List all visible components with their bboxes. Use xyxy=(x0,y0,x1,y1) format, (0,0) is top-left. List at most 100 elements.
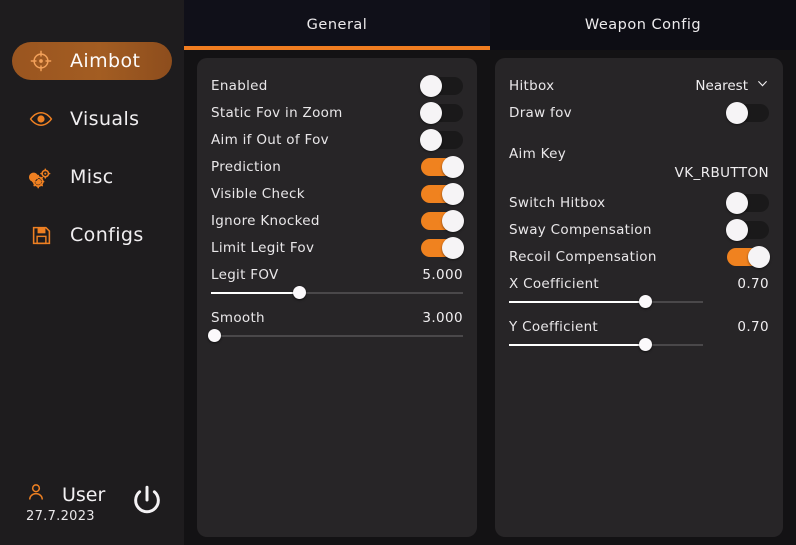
setting-label: Draw fov xyxy=(509,104,572,121)
slider-fill xyxy=(509,344,645,346)
slider-knob[interactable] xyxy=(293,286,307,299)
setting-row-limit-legit-fov: Limit Legit Fov xyxy=(197,234,477,261)
setting-label: Smooth xyxy=(211,309,265,326)
setting-row-hitbox: Hitbox Nearest xyxy=(495,72,783,99)
setting-row-static-fov-in-zoom: Static Fov in Zoom xyxy=(197,99,477,126)
setting-row-prediction: Prediction xyxy=(197,153,477,180)
toggle-aim-if-out-of-fov[interactable] xyxy=(420,128,463,151)
toggle-draw-fov[interactable] xyxy=(726,101,769,124)
user-icon xyxy=(26,481,46,508)
setting-label: Legit FOV xyxy=(211,266,279,283)
setting-label: Switch Hitbox xyxy=(509,194,606,211)
toggle-knob xyxy=(726,101,748,124)
slider-smooth[interactable] xyxy=(207,329,463,343)
user-name: User xyxy=(62,483,106,506)
power-button[interactable] xyxy=(128,483,166,521)
setting-label: Aim Key xyxy=(509,145,567,162)
slider-track xyxy=(211,335,463,337)
slider-value: 3.000 xyxy=(422,309,463,326)
general-settings-panel: Enabled Static Fov in Zoom Aim if Out of… xyxy=(197,58,477,537)
power-icon xyxy=(130,483,164,522)
toggle-knob xyxy=(442,182,464,205)
slider-value: 5.000 xyxy=(422,266,463,283)
toggle-switch-hitbox[interactable] xyxy=(726,191,769,214)
tab-weapon-config[interactable]: Weapon Config xyxy=(490,0,796,50)
slider-knob[interactable] xyxy=(207,329,221,342)
slider-knob[interactable] xyxy=(638,338,652,351)
user-date: 27.7.2023 xyxy=(26,509,95,524)
toggle-sway-compensation[interactable] xyxy=(726,218,769,241)
sidebar: Aimbot Visuals Misc Configs User 27.7.20… xyxy=(0,0,184,545)
dropdown-hitbox[interactable]: Nearest xyxy=(695,77,769,95)
setting-label: Recoil Compensation xyxy=(509,248,657,265)
app-window: Aimbot Visuals Misc Configs User 27.7.20… xyxy=(0,0,796,545)
setting-row-x-coefficient: X Coefficient 0.70 xyxy=(495,270,783,297)
setting-label: Aim if Out of Fov xyxy=(211,131,329,148)
setting-label: Limit Legit Fov xyxy=(211,239,315,256)
toggle-limit-legit-fov[interactable] xyxy=(421,236,464,259)
slider-fill xyxy=(509,301,645,303)
slider-knob[interactable] xyxy=(638,295,652,308)
setting-row-enabled: Enabled xyxy=(197,72,477,99)
toggle-knob xyxy=(726,191,748,214)
dropdown-value: Nearest xyxy=(695,77,748,94)
eye-icon xyxy=(28,106,54,132)
sidebar-footer: User 27.7.2023 xyxy=(0,473,184,537)
sidebar-item-configs[interactable]: Configs xyxy=(12,216,172,254)
toggle-knob xyxy=(442,236,464,259)
sidebar-item-label: Misc xyxy=(70,166,114,188)
weapon-settings-panel: Hitbox Nearest Draw fov Aim Key VK_RBUTT… xyxy=(495,58,783,537)
setting-row-aim-if-out-of-fov: Aim if Out of Fov xyxy=(197,126,477,153)
toggle-knob xyxy=(420,128,442,151)
tab-label: General xyxy=(306,17,368,33)
setting-row-sway-compensation: Sway Compensation xyxy=(495,216,783,243)
toggle-knob xyxy=(420,101,442,124)
setting-label: Y Coefficient xyxy=(509,318,599,335)
slider-legit-fov[interactable] xyxy=(211,286,463,300)
aim-key-value: VK_RBUTTON xyxy=(674,165,769,181)
setting-label: Static Fov in Zoom xyxy=(211,104,343,121)
sidebar-item-label: Aimbot xyxy=(70,50,141,72)
floppy-disk-icon xyxy=(28,222,54,248)
setting-row-smooth: Smooth 3.000 xyxy=(197,304,477,331)
slider-value: 0.70 xyxy=(737,275,769,292)
slider-fill xyxy=(211,292,300,294)
setting-row-draw-fov: Draw fov xyxy=(495,99,783,126)
setting-row-recoil-compensation: Recoil Compensation xyxy=(495,243,783,270)
sidebar-item-misc[interactable]: Misc xyxy=(12,158,172,196)
aim-key-value-row[interactable]: VK_RBUTTON xyxy=(495,165,783,189)
toggle-knob xyxy=(442,209,464,232)
crosshair-icon xyxy=(28,48,54,74)
sidebar-item-aimbot[interactable]: Aimbot xyxy=(12,42,172,80)
content-area: Enabled Static Fov in Zoom Aim if Out of… xyxy=(184,50,796,545)
setting-row-switch-hitbox: Switch Hitbox xyxy=(495,189,783,216)
slider-value: 0.70 xyxy=(737,318,769,335)
sidebar-item-label: Configs xyxy=(70,224,144,246)
gears-icon xyxy=(28,164,54,190)
setting-row-y-coefficient: Y Coefficient 0.70 xyxy=(495,313,783,340)
slider-y-coefficient[interactable] xyxy=(509,338,703,352)
setting-label: Hitbox xyxy=(509,77,555,94)
setting-label: Visible Check xyxy=(211,185,305,202)
setting-row-aim-key: Aim Key xyxy=(495,140,783,167)
sidebar-nav: Aimbot Visuals Misc Configs xyxy=(0,42,184,274)
toggle-knob xyxy=(442,155,464,178)
toggle-static-fov-in-zoom[interactable] xyxy=(420,101,463,124)
toggle-knob xyxy=(748,245,770,268)
toggle-knob xyxy=(726,218,748,241)
sidebar-item-label: Visuals xyxy=(70,108,140,130)
toggle-prediction[interactable] xyxy=(421,155,464,178)
toggle-enabled[interactable] xyxy=(420,74,463,97)
tab-general[interactable]: General xyxy=(184,0,490,50)
toggle-visible-check[interactable] xyxy=(421,182,464,205)
chevron-down-icon xyxy=(756,77,769,95)
tab-label: Weapon Config xyxy=(584,17,702,33)
setting-label: Sway Compensation xyxy=(509,221,652,238)
toggle-ignore-knocked[interactable] xyxy=(421,209,464,232)
toggle-recoil-compensation[interactable] xyxy=(727,245,770,268)
sidebar-item-visuals[interactable]: Visuals xyxy=(12,100,172,138)
setting-label: Enabled xyxy=(211,77,268,94)
slider-x-coefficient[interactable] xyxy=(509,295,703,309)
setting-row-visible-check: Visible Check xyxy=(197,180,477,207)
user-row: User xyxy=(26,481,105,508)
